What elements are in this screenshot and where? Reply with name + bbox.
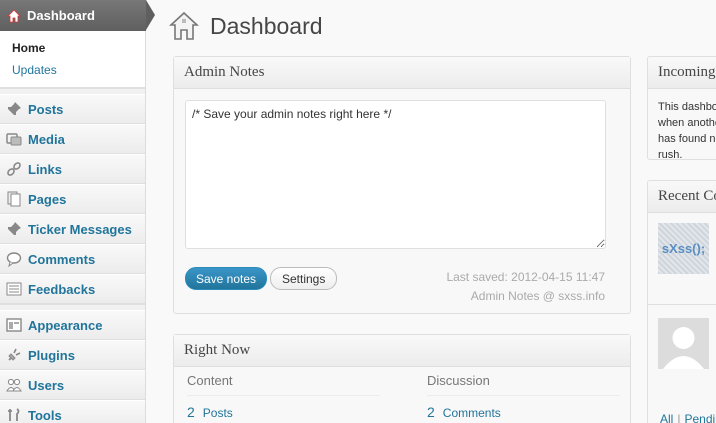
menu-pages[interactable]: Pages: [0, 184, 145, 214]
recent-comments-widget: Recent Comments sXss(); All |Pending: [647, 180, 716, 423]
users-icon: [6, 377, 22, 393]
pushpin-icon: [6, 101, 22, 117]
menu-comments[interactable]: Comments: [0, 244, 145, 274]
menu-comments-label: Comments: [28, 251, 96, 267]
links-icon: [6, 161, 22, 177]
tools-icon: [6, 407, 22, 423]
menu-ticker-messages[interactable]: Ticker Messages: [0, 214, 145, 244]
submenu-home[interactable]: Home: [0, 37, 145, 59]
comments-link[interactable]: Comments: [443, 406, 501, 420]
menu-tools-label: Tools: [28, 407, 62, 423]
save-notes-button[interactable]: Save notes: [185, 267, 268, 290]
avatar[interactable]: [658, 318, 709, 369]
menu-appearance-label: Appearance: [28, 317, 103, 333]
posts-link[interactable]: Posts: [203, 406, 233, 420]
home-icon: [7, 8, 21, 23]
comments-icon: [6, 251, 22, 267]
discussion-header: Discussion: [427, 373, 490, 388]
page-header: Dashboard: [168, 10, 323, 42]
posts-count[interactable]: 2: [187, 404, 195, 420]
pushpin-icon: [6, 221, 22, 237]
plugins-icon: [6, 347, 22, 363]
menu-posts-label: Posts: [28, 101, 64, 117]
admin-notes-title[interactable]: Admin Notes: [174, 57, 630, 89]
comment-author-thumbnail[interactable]: sXss();: [658, 223, 709, 274]
admin-sidebar: Dashboard Home Updates Posts Media Links…: [0, 0, 155, 423]
menu-plugins[interactable]: Plugins: [0, 340, 145, 370]
home-icon: [168, 10, 200, 42]
content-divider: [187, 395, 380, 396]
notes-credit-text: Admin Notes @ sxss.info: [470, 289, 605, 303]
incoming-links-title[interactable]: Incoming Links: [648, 57, 716, 89]
menu-dashboard-label: Dashboard: [27, 8, 95, 23]
menu-feedbacks-label: Feedbacks: [28, 281, 96, 297]
menu-tools[interactable]: Tools: [0, 400, 145, 423]
comment-divider: [648, 304, 716, 305]
menu-ticker-messages-label: Ticker Messages: [28, 221, 132, 237]
dashboard-submenu: Home Updates: [0, 31, 145, 88]
menu-users-label: Users: [28, 377, 65, 393]
default-avatar-icon: [663, 327, 704, 369]
content-header: Content: [187, 373, 233, 388]
posts-stat[interactable]: 2 Posts: [187, 404, 233, 420]
right-now-title[interactable]: Right Now: [174, 335, 630, 367]
menu-feedbacks[interactable]: Feedbacks: [0, 274, 145, 304]
menu-dashboard[interactable]: Dashboard: [0, 0, 155, 31]
discussion-divider: [427, 395, 620, 396]
media-icon: [6, 131, 22, 147]
submenu-updates[interactable]: Updates: [0, 59, 145, 81]
incoming-links-widget: Incoming Links This dashboard widget que…: [647, 56, 716, 160]
pages-icon: [6, 191, 22, 207]
last-saved-info: Last saved: 2012-04-15 11:47 Admin Notes…: [446, 268, 605, 306]
menu-links[interactable]: Links: [0, 154, 145, 184]
menu-media-label: Media: [28, 131, 65, 147]
recent-comments-title[interactable]: Recent Comments: [648, 181, 716, 213]
menu-appearance[interactable]: Appearance: [0, 310, 145, 340]
all-comments-link[interactable]: All: [660, 412, 673, 423]
menu-links-label: Links: [28, 161, 62, 177]
menu-users[interactable]: Users: [0, 370, 145, 400]
pending-comments-link[interactable]: Pending: [684, 412, 716, 423]
admin-notes-widget: Admin Notes /* Save your admin notes rig…: [173, 56, 631, 314]
page-title: Dashboard: [210, 12, 323, 39]
comments-stat[interactable]: 2 Comments: [427, 404, 501, 420]
last-saved-text: Last saved: 2012-04-15 11:47: [446, 270, 605, 284]
menu-posts[interactable]: Posts: [0, 94, 145, 124]
incoming-links-text: This dashboard widget queries Google Blo…: [658, 101, 716, 160]
menu-plugins-label: Plugins: [28, 347, 75, 363]
feedbacks-icon: [6, 281, 22, 297]
appearance-icon: [6, 317, 22, 333]
menu-media[interactable]: Media: [0, 124, 145, 154]
comment-filter-links: All |Pending: [660, 412, 716, 423]
admin-notes-textarea[interactable]: /* Save your admin notes right here */: [185, 100, 606, 249]
comments-count[interactable]: 2: [427, 404, 435, 420]
right-now-widget: Right Now Content Discussion 2 Posts 2 C…: [173, 334, 631, 423]
menu-pages-label: Pages: [28, 191, 67, 207]
link-separator: |: [677, 412, 681, 423]
settings-button[interactable]: Settings: [270, 267, 338, 290]
